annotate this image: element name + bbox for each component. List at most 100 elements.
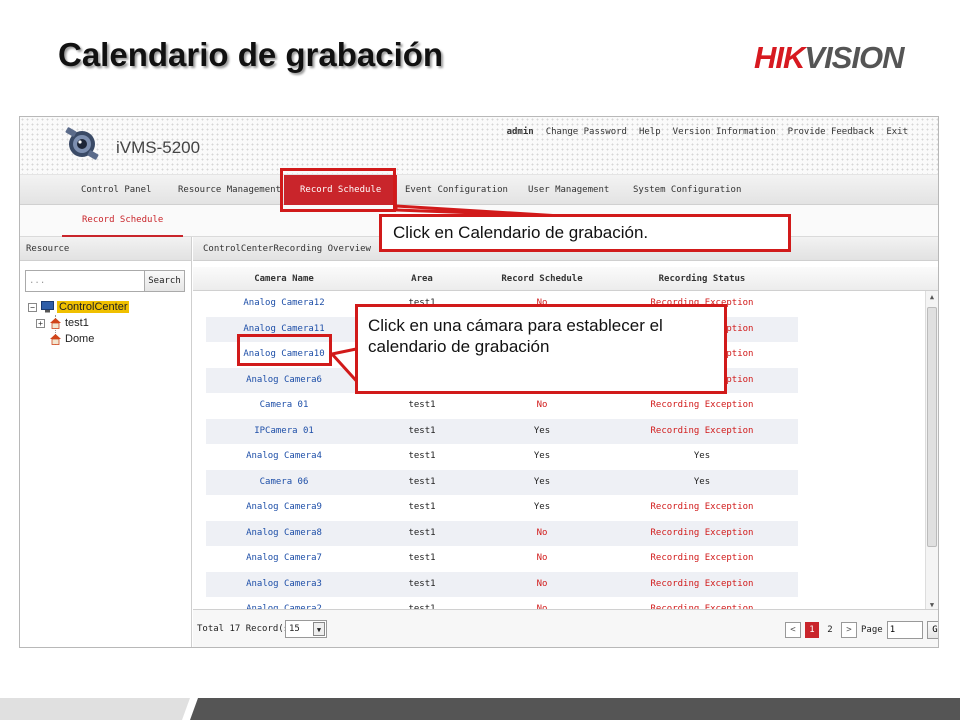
page-number-input[interactable] <box>886 621 923 639</box>
help-link[interactable]: Help <box>639 127 661 137</box>
schedule-cell: Yes <box>533 451 551 461</box>
scroll-thumb[interactable] <box>927 307 937 547</box>
resource-panel: Resource Search − ControlCenter + test1 … <box>20 237 192 647</box>
camera-name-link[interactable]: Analog Camera12 <box>206 291 362 317</box>
nav-user-management[interactable]: User Management <box>528 175 609 205</box>
camera-name-link[interactable]: Analog Camera8 <box>206 521 362 547</box>
camera-name-link[interactable]: Analog Camera4 <box>206 444 362 470</box>
camera-name-link[interactable]: Analog Camera9 <box>206 495 362 521</box>
main-nav: Control Panel Resource Management Record… <box>20 175 938 205</box>
column-record-schedule[interactable]: Record Schedule <box>482 267 602 291</box>
pagination: < 1 2 > Page Go <box>785 621 938 639</box>
tab-record-schedule[interactable]: Record Schedule <box>62 205 184 237</box>
table-scrollbar[interactable]: ▲ ▼ <box>925 291 938 611</box>
current-user: admin <box>506 127 534 137</box>
tree-node-label: test1 <box>65 317 89 329</box>
area-cell: test1 <box>408 502 436 512</box>
status-cell: Recording Exception <box>650 400 754 410</box>
camera-name-link[interactable]: Camera 06 <box>206 470 362 496</box>
camera-name-link[interactable]: IPCamera 01 <box>206 419 362 445</box>
table-row[interactable]: Camera 01 test1 No Recording Exception <box>206 393 798 419</box>
table-row[interactable]: Analog Camera9 test1 Yes Recording Exceptio… <box>206 495 798 521</box>
camera-name-link[interactable]: Camera 01 <box>206 393 362 419</box>
column-area[interactable]: Area <box>362 267 482 291</box>
status-cell: Yes <box>693 451 711 461</box>
next-page-icon[interactable]: > <box>841 622 857 638</box>
camera-name-link[interactable]: Analog Camera7 <box>206 546 362 572</box>
table-header: Camera Name Area Record Schedule Recordi… <box>193 267 938 291</box>
table-row[interactable]: Analog Camera4 test1 Yes Yes <box>206 444 798 470</box>
status-cell: Recording Exception <box>650 425 754 436</box>
column-recording-status[interactable]: Recording Status <box>602 267 802 291</box>
nav-resource-management[interactable]: Resource Management <box>178 175 281 205</box>
monitor-icon <box>41 301 54 313</box>
status-cell: Recording Exception <box>650 527 754 538</box>
area-cell: test1 <box>408 451 436 461</box>
tree-node-dome[interactable]: Dome <box>49 333 94 345</box>
nav-event-configuration[interactable]: Event Configuration <box>405 175 508 205</box>
collapse-icon[interactable]: − <box>28 302 37 312</box>
top-links: admin Change Password Help Version Infor… <box>507 127 908 137</box>
area-cell: test1 <box>408 578 436 589</box>
tree-node-test1[interactable]: + test1 <box>36 317 89 329</box>
tree-node-label: Dome <box>65 333 95 345</box>
area-cell: test1 <box>408 527 436 538</box>
table-row[interactable]: Analog Camera3 test1 No Recording Exception <box>206 571 798 598</box>
provide-feedback-link[interactable]: Provide Feedback <box>788 127 875 137</box>
status-cell: Recording Exception <box>650 502 754 512</box>
schedule-cell: No <box>536 578 548 589</box>
resource-search-input[interactable] <box>25 270 145 292</box>
page-label: Page <box>861 625 883 635</box>
change-password-link[interactable]: Change Password <box>546 127 627 137</box>
camera-name-link[interactable]: Analog Camera3 <box>206 572 362 598</box>
page-size-value: 15 <box>289 624 300 634</box>
slide-title: Calendario de grabación <box>58 36 444 73</box>
resource-search-button[interactable]: Search <box>145 270 185 292</box>
status-cell: Recording Exception <box>650 553 754 563</box>
app-header: iVMS-5200 admin Change Password Help Ver… <box>20 117 938 175</box>
home-icon <box>50 318 61 329</box>
footer-stripe <box>0 698 960 720</box>
version-information-link[interactable]: Version Information <box>673 127 776 137</box>
schedule-cell: Yes <box>533 476 551 487</box>
hikvision-logo: HIKVISION <box>754 40 904 75</box>
status-cell: Yes <box>693 476 711 487</box>
table-row[interactable]: Analog Camera7 test1 No Recording Exception <box>206 546 798 572</box>
table-footer: Total 17 Record(s) 15 ▼ < 1 2 > Page Go <box>193 609 938 647</box>
schedule-cell: No <box>536 527 548 538</box>
table-row[interactable]: Camera 06 test1 Yes Yes <box>206 469 798 496</box>
app-name: iVMS-5200 <box>116 138 201 157</box>
exit-link[interactable]: Exit <box>886 127 908 137</box>
page-size-select[interactable]: 15 ▼ <box>285 620 327 638</box>
prev-page-icon[interactable]: < <box>785 622 801 638</box>
callout-nav-hint: Click en Calendario de grabación. <box>379 214 791 252</box>
nav-control-panel[interactable]: Control Panel <box>81 175 151 205</box>
table-row[interactable]: Analog Camera8 test1 No Recording Exception <box>206 520 798 547</box>
area-cell: test1 <box>408 400 436 410</box>
callout-camera-hint: Click en una cámara para establecer el c… <box>355 304 727 394</box>
chevron-down-icon[interactable]: ▼ <box>313 622 325 636</box>
recording-overview: ControlCenterRecording Overview Camera N… <box>193 237 938 647</box>
page-1[interactable]: 1 <box>805 622 819 638</box>
resource-search: Search <box>25 270 185 294</box>
column-camera-name[interactable]: Camera Name <box>206 267 362 291</box>
expand-icon[interactable]: + <box>36 318 45 328</box>
tree-node-label: ControlCenter <box>57 301 130 313</box>
status-cell: Recording Exception <box>650 578 754 589</box>
schedule-cell: No <box>536 400 548 410</box>
schedule-cell: Yes <box>533 502 551 512</box>
schedule-cell: Yes <box>533 425 551 436</box>
go-button[interactable]: Go <box>926 621 938 639</box>
tree-node-controlcenter[interactable]: − ControlCenter <box>28 301 130 313</box>
page-2[interactable]: 2 <box>823 622 837 638</box>
nav-record-schedule[interactable]: Record Schedule <box>284 175 398 205</box>
nav-system-configuration[interactable]: System Configuration <box>633 175 741 205</box>
resource-panel-title: Resource <box>20 237 191 261</box>
table-row[interactable]: IPCamera 01 test1 Yes Recording Exception <box>206 418 798 445</box>
schedule-cell: No <box>536 553 548 563</box>
scroll-up-icon[interactable]: ▲ <box>926 291 938 303</box>
area-cell: test1 <box>408 553 436 563</box>
area-cell: test1 <box>408 476 436 487</box>
camera-name-link[interactable]: Analog Camera11 <box>206 317 362 343</box>
area-cell: test1 <box>408 425 436 436</box>
